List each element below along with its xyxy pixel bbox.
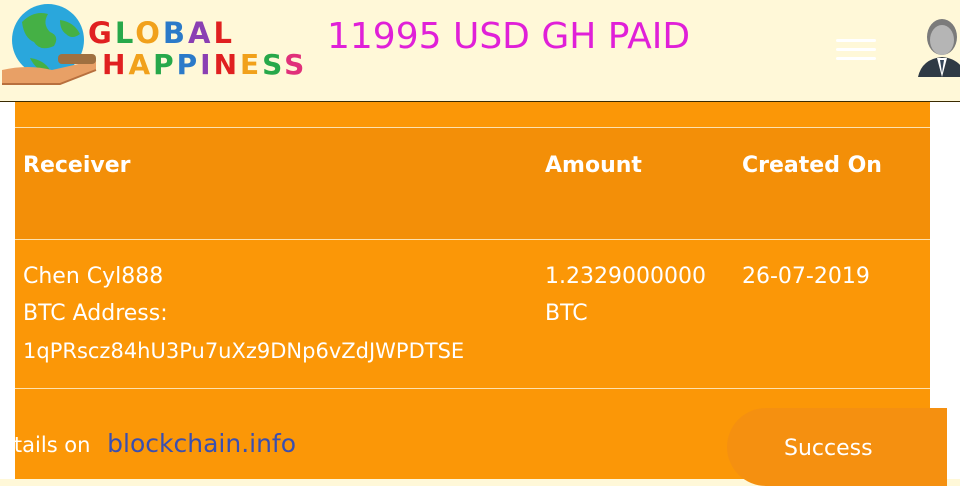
table-header-row	[15, 128, 930, 240]
created-on-date: 26-07-2019	[742, 264, 870, 289]
app-header: GLOBAL HAPPINESS 11995 USD GH PAID	[0, 0, 960, 103]
globe-hands-icon	[2, 4, 97, 85]
divider	[15, 239, 930, 240]
status-label: Success	[784, 436, 873, 461]
amount-value: 1.2329000000	[545, 264, 706, 289]
status-badge: Success	[727, 408, 947, 486]
paid-amount-title: 11995 USD GH PAID	[327, 16, 691, 57]
amount-unit: BTC	[545, 301, 588, 326]
details-prefix: etails on	[1, 433, 91, 457]
receiver-name: Chen Cyl888	[23, 264, 164, 289]
col-header-created-on: Created On	[742, 153, 882, 178]
blockchain-info-link[interactable]: blockchain.info	[107, 429, 296, 458]
transaction-content: Receiver Amount Created On Chen Cyl888 B…	[0, 102, 960, 486]
col-header-amount: Amount	[545, 153, 642, 178]
logo-text: GLOBAL HAPPINESS	[88, 16, 308, 81]
page-margin	[930, 102, 960, 402]
logo-line-2: HAPPINESS	[102, 48, 308, 81]
col-header-receiver: Receiver	[23, 153, 131, 178]
user-avatar-icon[interactable]	[918, 15, 960, 77]
global-happiness-logo[interactable]: GLOBAL HAPPINESS	[0, 0, 304, 100]
receiver-address-label: BTC Address:	[23, 301, 168, 326]
receiver-btc-address: 1qPRscz84hU3Pu7uXz9DNp6vZdJWPDTSE	[23, 339, 465, 363]
logo-line-1: GLOBAL	[88, 16, 235, 50]
divider	[15, 388, 930, 389]
hamburger-menu-icon[interactable]	[836, 33, 876, 63]
details-text: etails on blockchain.info	[1, 429, 296, 458]
